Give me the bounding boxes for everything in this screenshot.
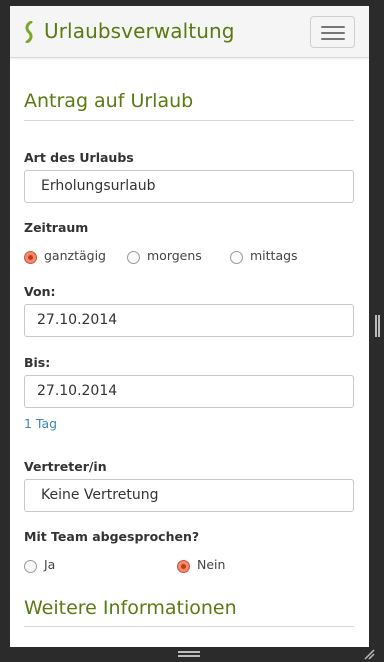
hamburger-menu-icon [321, 26, 345, 28]
radio-unchecked-icon [127, 251, 140, 264]
radio-checked-icon [177, 560, 190, 573]
resize-grip-icon[interactable] [363, 648, 375, 660]
period-label: Zeitraum [24, 220, 89, 235]
from-label: Von: [24, 284, 56, 299]
hamburger-bar [321, 38, 345, 40]
radio-label: Nein [197, 557, 226, 572]
radio-label: ganztägig [44, 248, 106, 263]
radio-unchecked-icon [230, 251, 243, 264]
representative-select[interactable]: Keine Vertretung [24, 479, 354, 512]
radio-unchecked-icon [24, 560, 37, 573]
navbar: Urlaubsverwaltung [10, 6, 369, 58]
vacation-type-label: Art des Urlaubs [24, 150, 134, 165]
radio-label: Ja [44, 557, 56, 572]
divider [24, 626, 354, 627]
period-radio-group: ganztägig morgens mittags [24, 248, 354, 268]
radio-checked-icon [24, 251, 37, 264]
radio-label: morgens [147, 248, 202, 263]
to-label: Bis: [24, 355, 51, 370]
to-date-input[interactable]: 27.10.2014 [24, 375, 354, 408]
from-date-input[interactable]: 27.10.2014 [24, 304, 354, 337]
section-title-more-info: Weitere Informationen [24, 597, 237, 619]
team-agreed-label: Mit Team abgesprochen? [24, 529, 200, 544]
representative-label: Vertreter/in [24, 459, 107, 474]
leaf-logo-icon [25, 21, 33, 43]
duration-text: 1 Tag [24, 416, 58, 431]
side-resize-handle[interactable] [375, 315, 380, 337]
app-window: Urlaubsverwaltung Antrag auf Urlaub Art … [10, 6, 369, 647]
bottom-resize-handle[interactable] [178, 651, 200, 657]
hamburger-bar [321, 32, 345, 34]
divider [24, 120, 354, 121]
radio-label: mittags [250, 248, 298, 263]
vacation-type-select[interactable]: Erholungsurlaub [24, 170, 354, 203]
app-title[interactable]: Urlaubsverwaltung [44, 19, 235, 43]
section-title-request: Antrag auf Urlaub [24, 90, 194, 112]
team-radio-group: Ja Nein [24, 557, 354, 577]
hamburger-menu-button[interactable] [310, 16, 355, 48]
